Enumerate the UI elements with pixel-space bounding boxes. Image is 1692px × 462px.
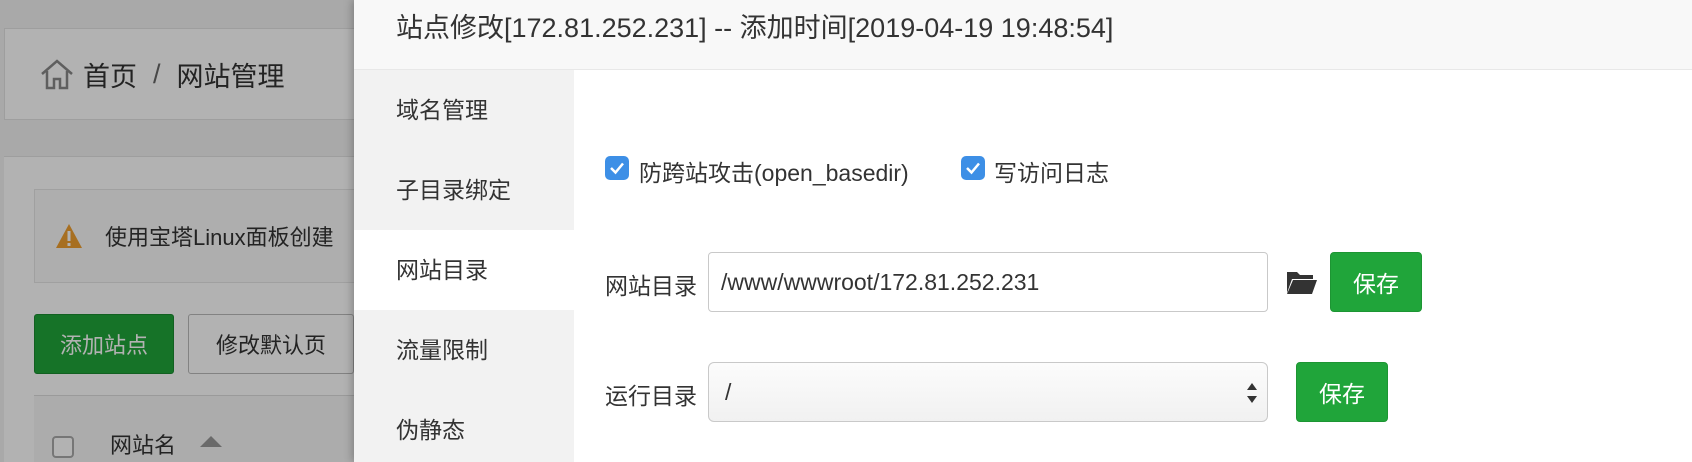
sidebar-item-subdirectory-binding[interactable]: 子目录绑定 bbox=[354, 150, 574, 230]
checkbox-checked-icon bbox=[966, 162, 980, 175]
sidebar-item-domain-management[interactable]: 域名管理 bbox=[354, 70, 574, 150]
sidebar-item-site-directory[interactable]: 网站目录 bbox=[354, 230, 574, 310]
run-dir-selected-value: / bbox=[725, 379, 732, 405]
site-dir-input[interactable]: /www/wwwroot/172.81.252.231 bbox=[708, 252, 1268, 312]
open-basedir-label[interactable]: 防跨站攻击(open_basedir) bbox=[639, 154, 909, 188]
run-dir-select[interactable]: / bbox=[708, 362, 1268, 422]
modal-content: 防跨站攻击(open_basedir) 写访问日志 网站目录 /www/wwwr… bbox=[574, 70, 1692, 462]
save-run-dir-button[interactable]: 保存 bbox=[1296, 362, 1388, 422]
site-edit-modal: 站点修改[172.81.252.231] -- 添加时间[2019-04-19 … bbox=[354, 0, 1692, 462]
checkbox-checked-icon bbox=[610, 162, 624, 175]
open-basedir-checkbox[interactable] bbox=[605, 156, 629, 180]
sidebar-item-traffic-limit[interactable]: 流量限制 bbox=[354, 310, 574, 390]
modal-title: 站点修改[172.81.252.231] -- 添加时间[2019-04-19 … bbox=[354, 0, 1692, 70]
access-log-label[interactable]: 写访问日志 bbox=[994, 154, 1109, 188]
access-log-checkbox[interactable] bbox=[961, 156, 985, 180]
select-arrows-icon bbox=[1247, 383, 1257, 403]
sidebar-item-rewrite[interactable]: 伪静态 bbox=[354, 390, 574, 462]
folder-open-icon[interactable] bbox=[1286, 269, 1318, 295]
save-site-dir-button[interactable]: 保存 bbox=[1330, 252, 1422, 312]
site-dir-label: 网站目录 bbox=[605, 273, 697, 299]
run-dir-label: 运行目录 bbox=[605, 383, 697, 409]
modal-sidebar: 域名管理 子目录绑定 网站目录 流量限制 伪静态 bbox=[354, 70, 574, 462]
